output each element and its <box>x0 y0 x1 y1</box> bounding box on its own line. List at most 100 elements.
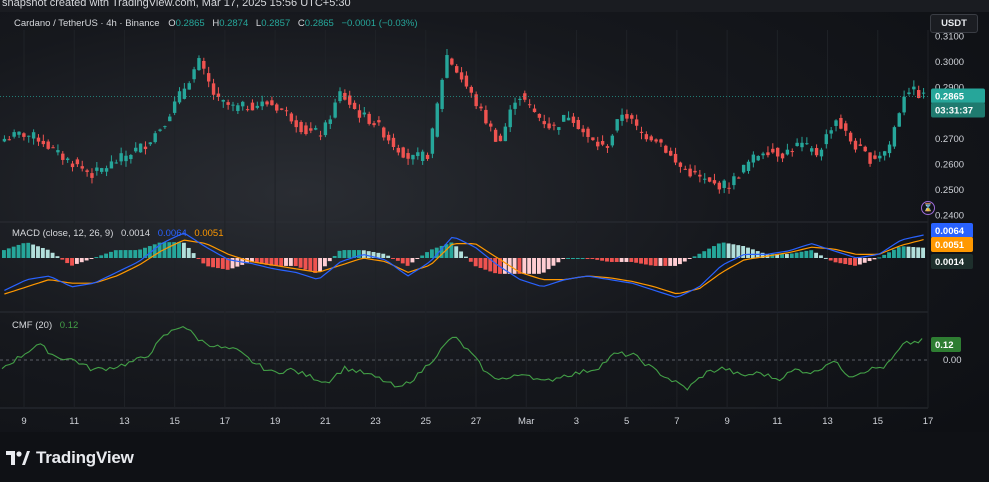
macd-histogram-bar <box>522 258 527 274</box>
close-label: C <box>297 18 305 29</box>
macd-histogram-bar <box>84 258 89 261</box>
candle-body <box>596 141 600 147</box>
macd-histogram-bar <box>629 258 634 262</box>
candle-body <box>192 69 196 80</box>
macd-label[interactable]: MACD (close, 12, 26, 9) <box>12 228 113 239</box>
candle-body <box>309 128 313 131</box>
macd-histogram-bar <box>201 258 206 264</box>
macd-histogram-bar <box>619 258 624 262</box>
candle-body <box>610 135 615 146</box>
macd-histogram-bar <box>697 253 702 258</box>
candle-body <box>591 137 595 141</box>
macd-histogram-bar <box>473 258 478 267</box>
candle-body <box>343 92 347 100</box>
candle-body <box>411 154 415 160</box>
candle-body <box>382 127 386 138</box>
macd-histogram-bar <box>50 252 55 258</box>
macd-histogram-bar <box>702 251 707 258</box>
candle-body <box>109 161 114 169</box>
candle-body <box>484 109 488 124</box>
macd-histogram-bar <box>541 258 546 273</box>
candle-body <box>2 138 7 142</box>
macd-histogram-bar <box>288 258 293 266</box>
candle-body <box>532 108 537 113</box>
macd-histogram-bar <box>838 258 843 264</box>
candle-body <box>255 105 260 108</box>
close-value: 0.2865 <box>304 18 334 29</box>
candle-body <box>508 109 512 128</box>
macd-histogram-bar <box>138 249 143 258</box>
macd-histogram-bar <box>381 253 386 258</box>
macd-histogram-bar <box>303 258 308 270</box>
macd-histogram-bar <box>887 252 891 258</box>
candle-body <box>367 113 371 124</box>
alert-icon[interactable]: ⌛ <box>921 201 935 215</box>
high-value: 0.2874 <box>219 18 249 29</box>
candle-body <box>250 102 255 111</box>
candle-body <box>644 134 649 140</box>
candle-body <box>323 122 328 136</box>
price-axis[interactable]: 0.31000.30000.29000.27000.26000.25000.24… <box>935 31 964 366</box>
candle-body <box>737 177 741 179</box>
macd-histogram-bar <box>575 258 580 259</box>
candle-body <box>99 168 104 172</box>
currency-badge[interactable]: USDT <box>930 14 978 33</box>
cmf-label[interactable]: CMF (20) <box>12 320 52 331</box>
candle-body <box>226 102 230 105</box>
candle-body <box>391 137 396 147</box>
chart-svg[interactable]: 0.31000.30000.29000.27000.26000.25000.24… <box>0 0 989 432</box>
candle-body <box>664 145 668 153</box>
macd-histogram-bar <box>580 258 585 259</box>
candle-body <box>513 102 517 109</box>
candle-body <box>853 140 858 150</box>
time-tick-label: 25 <box>420 416 431 427</box>
candle-body <box>659 139 663 143</box>
candle-body <box>751 154 756 163</box>
macd-histogram-bar <box>692 256 697 258</box>
candle-body <box>450 58 454 65</box>
macd-histogram-bar <box>877 257 882 259</box>
macd-histogram-bar <box>31 244 36 258</box>
candle-body <box>202 60 206 69</box>
candle-body <box>95 167 99 171</box>
macd-histogram-bar <box>26 242 31 258</box>
macd-histogram-bar <box>634 258 639 263</box>
time-axis[interactable]: 9 11 13 15 17 19 21 23 25 27 Mar 3 5 7 9 11 13 15 17 <box>21 416 933 427</box>
time-tick-label: 11 <box>69 416 79 427</box>
candle-body <box>22 133 26 137</box>
time-tick-label: 27 <box>471 416 482 427</box>
candle-body <box>435 103 439 137</box>
candle-body <box>771 148 775 153</box>
macd-histogram-bar <box>220 258 225 269</box>
macd-histogram-bar <box>663 258 668 266</box>
macd-histogram-bar <box>167 242 172 258</box>
tradingview-logo-icon <box>6 451 30 465</box>
signal-line <box>4 239 924 295</box>
time-tick-label: 3 <box>574 416 579 427</box>
macd-histogram-bar <box>546 258 551 270</box>
time-tick-label: 19 <box>270 416 281 427</box>
macd-histogram-bar <box>556 258 561 263</box>
candle-body <box>693 170 697 173</box>
candle-body <box>678 162 683 167</box>
macd-histogram-bar <box>327 258 332 262</box>
macd-histogram-bar <box>118 250 123 258</box>
macd-histogram-bar <box>65 258 70 264</box>
candle-body <box>41 140 46 145</box>
time-tick-label: 23 <box>370 416 381 427</box>
macd-histogram-bar <box>901 246 906 258</box>
macd-histogram-bar <box>293 258 298 267</box>
macd-histogram-bar <box>123 250 128 258</box>
symbol-label[interactable]: Cardano / TetherUS · 4h · Binance <box>14 18 160 29</box>
candle-body <box>639 131 644 133</box>
candle-body <box>727 187 731 189</box>
candle-body <box>814 148 819 156</box>
candle-body <box>294 120 298 128</box>
macd-signal-value: 0.0051 <box>194 228 224 239</box>
candle-body <box>236 105 240 111</box>
macd-histogram-bar <box>712 246 716 258</box>
candle-body <box>328 119 332 124</box>
candle-body <box>698 174 702 177</box>
macd-histogram-bar <box>464 256 468 258</box>
macd-histogram-bar <box>400 258 405 264</box>
